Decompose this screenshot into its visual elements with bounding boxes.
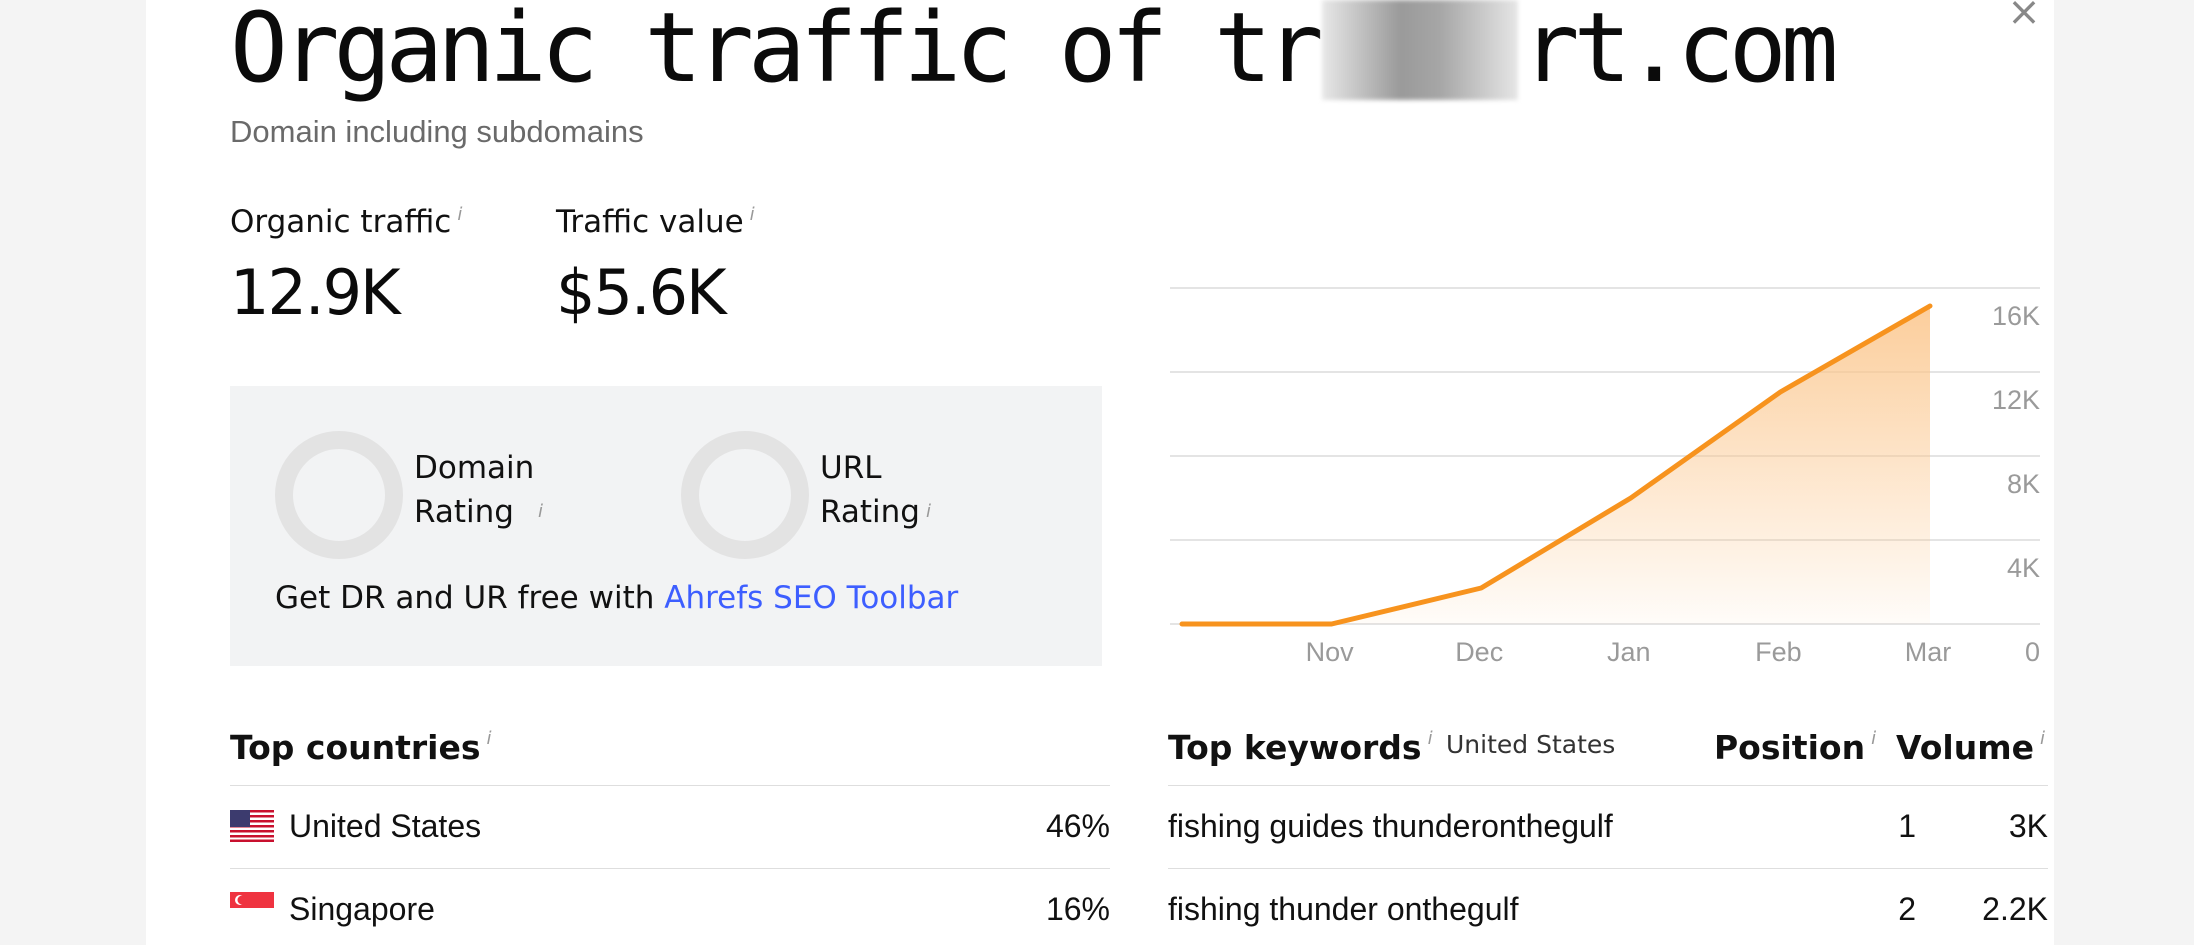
info-icon[interactable]: i <box>750 204 755 225</box>
close-icon[interactable]: × <box>2004 0 2044 32</box>
country-name: Singapore <box>289 891 435 927</box>
info-icon[interactable]: i <box>2040 728 2045 749</box>
top-countries-title-text: Top countries <box>230 728 481 767</box>
promo-text: Get DR and UR free with <box>275 580 665 616</box>
chart-area-fill <box>1182 306 1930 624</box>
sg-flag-icon <box>230 892 274 924</box>
chart-x-tick-label: Nov <box>1306 637 1355 667</box>
organic-traffic-modal: × Organic traffic of tr rt.com Domain inc… <box>146 0 2054 945</box>
top-keywords-title-text: Top keywords <box>1168 728 1422 767</box>
top-keywords-title: Top keywords i <box>1168 728 1433 767</box>
traffic-value-amount: $5.6K <box>556 256 727 329</box>
title-prefix: Organic traffic of tr <box>230 0 1324 104</box>
keyword-position: 2 <box>1898 891 1916 927</box>
chart-x-tick-label: Dec <box>1455 637 1503 667</box>
row-divider <box>1168 785 2048 786</box>
organic-traffic-label: Organic traffic i <box>230 204 462 240</box>
chart-x-tick-label: Feb <box>1755 637 1802 667</box>
info-icon[interactable]: i <box>1871 728 1876 749</box>
volume-column-header: Volume i <box>1896 728 2045 767</box>
domain-scope-subtitle: Domain including subdomains <box>230 114 644 149</box>
chart-x-tick-label: Mar <box>1905 637 1952 667</box>
organic-traffic-metric: Organic traffic i 12.9K <box>230 204 462 329</box>
ahrefs-toolbar-link[interactable]: Ahrefs SEO Toolbar <box>664 580 958 616</box>
url-rating-line2-text: Rating <box>820 494 920 530</box>
domain-rating-ring-icon <box>275 431 403 559</box>
row-divider <box>230 868 1110 869</box>
top-countries-title: Top countries i <box>230 728 492 767</box>
position-column-header-text: Position <box>1714 728 1866 767</box>
country-name: United States <box>289 808 482 844</box>
position-column-header: Position i <box>1714 728 1876 767</box>
domain-rating-line2-text: Rating <box>414 494 514 530</box>
row-divider <box>230 785 1110 786</box>
info-icon[interactable]: i <box>457 204 462 225</box>
chart-y-tick-label: 16K <box>1992 301 2040 331</box>
chart-y-tick-label: 0 <box>2025 637 2040 667</box>
keyword-position: 1 <box>1898 808 1916 844</box>
domain-rating-line2: Rating i <box>414 490 543 534</box>
info-icon[interactable]: i <box>538 501 543 522</box>
row-divider <box>1168 868 2048 869</box>
chart-y-tick-label: 4K <box>2007 553 2040 583</box>
url-rating-line1: URL <box>820 450 882 486</box>
url-rating-ring-icon <box>681 431 809 559</box>
keywords-country-selector[interactable]: United States <box>1446 730 1615 759</box>
keyword-volume: 3K <box>2008 808 2048 844</box>
keyword-text[interactable]: fishing thunder onthegulf <box>1168 891 1518 928</box>
country-share: 16% <box>1045 891 1110 927</box>
chart-x-tick-label: Jan <box>1607 637 1651 667</box>
organic-traffic-value: 12.9K <box>230 256 401 329</box>
domain-rating-line1: Domain <box>414 450 535 486</box>
volume-column-header-text: Volume <box>1896 728 2034 767</box>
redacted-domain-blur <box>1321 0 1518 100</box>
url-rating-line2: Rating i <box>820 490 931 534</box>
domain-rating-label: Domain Rating i <box>414 446 543 534</box>
us-flag-icon <box>230 810 274 842</box>
organic-traffic-label-text: Organic traffic <box>230 204 452 240</box>
url-rating-label: URL Rating i <box>820 446 931 534</box>
info-icon[interactable]: i <box>926 501 931 522</box>
keyword-volume: 2.2K <box>1982 891 2048 927</box>
country-share: 46% <box>1045 808 1110 844</box>
traffic-value-label-text: Traffic value <box>556 204 744 240</box>
title-suffix: rt.com <box>1521 0 1839 104</box>
info-icon[interactable]: i <box>1428 728 1433 749</box>
traffic-value-label: Traffic value i <box>556 204 755 240</box>
traffic-trend-chart: 16K 12K 8K 4K 0 Nov Dec Jan Feb Mar <box>1170 287 2040 667</box>
traffic-value-metric: Traffic value i $5.6K <box>556 204 755 329</box>
toolbar-promo: Get DR and UR free with Ahrefs SEO Toolb… <box>275 580 958 616</box>
info-icon[interactable]: i <box>487 728 492 749</box>
rating-panel: Domain Rating i URL Rating i Get DR and UR… <box>230 386 1102 666</box>
keyword-text[interactable]: fishing guides thunderonthegulf <box>1168 808 1613 845</box>
chart-y-tick-label: 12K <box>1992 385 2040 415</box>
chart-y-tick-label: 8K <box>2007 469 2040 499</box>
page-title: Organic traffic of tr rt.com <box>230 0 1839 100</box>
